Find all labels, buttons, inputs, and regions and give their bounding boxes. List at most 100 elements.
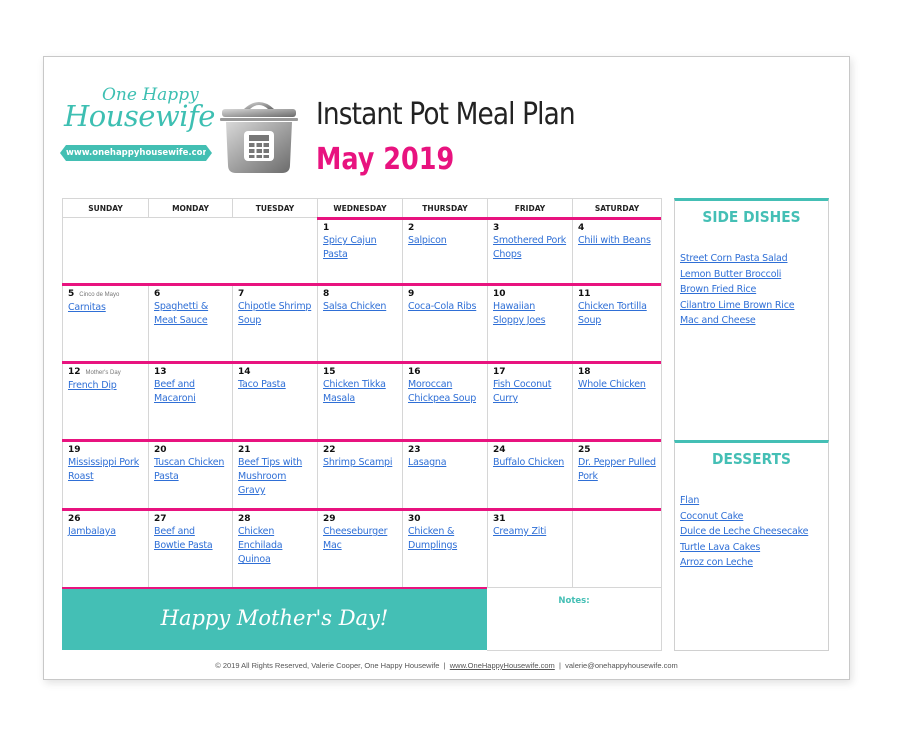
- day-cell-3: 3 Smothered Pork Chops: [487, 218, 573, 284]
- meal-link[interactable]: Spaghetti & Meat Sauce: [154, 300, 227, 328]
- day-number: 17: [493, 367, 567, 378]
- meal-link[interactable]: Chicken Tikka Masala: [323, 378, 397, 406]
- dessert-link[interactable]: Coconut Cake: [680, 509, 828, 525]
- meal-link[interactable]: Lasagna: [408, 456, 482, 470]
- side-dishes-panel: SIDE DISHES Street Corn Pasta Salad Lemon…: [674, 198, 829, 442]
- side-dish-link[interactable]: Lemon Butter Broccoli: [680, 267, 828, 283]
- meal-link[interactable]: Chicken Tortilla Soup: [578, 300, 656, 328]
- weekday-header-sunday: SUNDAY: [62, 198, 149, 218]
- day-number-text: 13: [154, 367, 167, 377]
- meal-link[interactable]: Smothered Pork Chops: [493, 234, 567, 262]
- meal-link[interactable]: Chicken Enchilada Quinoa: [238, 525, 312, 567]
- day-number: 24: [493, 445, 567, 456]
- meal-link[interactable]: Shrimp Scampi: [323, 456, 397, 470]
- day-number: 2: [408, 223, 482, 234]
- day-number: 27: [154, 514, 227, 525]
- day-number: 13: [154, 367, 227, 378]
- dessert-link[interactable]: Flan: [680, 493, 828, 509]
- meal-link[interactable]: Taco Pasta: [238, 378, 312, 392]
- notes-label: Notes:: [558, 596, 590, 606]
- day-number-text: 16: [408, 367, 421, 377]
- week-divider-line: [317, 217, 661, 220]
- website-link[interactable]: www.OneHappyHousewife.com: [450, 661, 555, 670]
- mothers-day-banner: Happy Mother's Day!: [62, 589, 487, 650]
- day-number-text: 6: [154, 289, 161, 299]
- meal-link[interactable]: Hawaiian Sloppy Joes: [493, 300, 567, 328]
- day-number: 25: [578, 445, 656, 456]
- day-number: 5 Cinco de Mayo: [68, 289, 143, 301]
- meal-link[interactable]: Chili with Beans: [578, 234, 656, 248]
- meal-link[interactable]: Mississippi Pork Roast: [68, 456, 143, 484]
- side-dish-link[interactable]: Street Corn Pasta Salad: [680, 251, 828, 267]
- day-cell-25: 25 Dr. Pepper Pulled Pork: [572, 440, 662, 509]
- one-happy-housewife-logo: One Happy Housewife www.onehappyhousewif…: [60, 85, 215, 177]
- day-number-text: 9: [408, 289, 415, 299]
- logo-url-ribbon: www.onehappyhousewife.com: [60, 145, 212, 161]
- day-cell-28: 28 Chicken Enchilada Quinoa: [232, 509, 318, 588]
- day-number-text: 15: [323, 367, 336, 377]
- weekday-header-saturday: SATURDAY: [572, 198, 662, 218]
- day-cell-12: 12 Mother's Day French Dip: [62, 362, 149, 440]
- day-cell-2: 2 Salpicon: [402, 218, 488, 284]
- weekday-header-friday: FRIDAY: [487, 198, 573, 218]
- day-cell-11: 11 Chicken Tortilla Soup: [572, 284, 662, 362]
- day-cell-18: 18 Whole Chicken: [572, 362, 662, 440]
- meal-link[interactable]: Beef Tips with Mushroom Gravy: [238, 456, 312, 498]
- day-number-text: 11: [578, 289, 591, 299]
- dessert-link[interactable]: Arroz con Leche: [680, 555, 828, 571]
- day-number: 1: [323, 223, 397, 234]
- meal-link[interactable]: Cheeseburger Mac: [323, 525, 397, 553]
- dessert-link[interactable]: Turtle Lava Cakes: [680, 540, 828, 556]
- meal-link[interactable]: Buffalo Chicken: [493, 456, 567, 470]
- day-cell-22: 22 Shrimp Scampi: [317, 440, 403, 509]
- meal-link[interactable]: Beef and Bowtie Pasta: [154, 525, 227, 553]
- weekday-header-thursday: THURSDAY: [402, 198, 488, 218]
- meal-link[interactable]: Carnitas: [68, 301, 143, 315]
- day-number: 18: [578, 367, 656, 378]
- day-number-text: 29: [323, 514, 336, 524]
- meal-link[interactable]: Tuscan Chicken Pasta: [154, 456, 227, 484]
- meal-link[interactable]: Moroccan Chickpea Soup: [408, 378, 482, 406]
- copyright-text: © 2019 All Rights Reserved, Valerie Coop…: [215, 661, 440, 670]
- side-dish-link[interactable]: Brown Fried Rice: [680, 282, 828, 298]
- weekday-header-wednesday: WEDNESDAY: [317, 198, 403, 218]
- meal-link[interactable]: Whole Chicken: [578, 378, 656, 392]
- week-divider-line: [62, 508, 661, 511]
- day-number-text: 20: [154, 445, 167, 455]
- day-number-text: 5: [68, 289, 75, 299]
- notes-box[interactable]: Notes:: [487, 588, 662, 651]
- side-dish-link[interactable]: Cilantro Lime Brown Rice: [680, 298, 828, 314]
- meal-link[interactable]: Spicy Cajun Pasta: [323, 234, 397, 262]
- dessert-link[interactable]: Dulce de Leche Cheesecake: [680, 524, 828, 540]
- meal-link[interactable]: Beef and Macaroni: [154, 378, 227, 406]
- month-title: May 2019: [316, 142, 455, 177]
- day-cell-4: 4 Chili with Beans: [572, 218, 662, 284]
- day-cell-30: 30 Chicken & Dumplings: [402, 509, 488, 588]
- day-number-text: 4: [578, 223, 585, 233]
- meal-link[interactable]: Salpicon: [408, 234, 482, 248]
- footer-separator: |: [558, 661, 561, 670]
- day-number: 12 Mother's Day: [68, 367, 143, 379]
- meal-link[interactable]: Coca-Cola Ribs: [408, 300, 482, 314]
- day-cell-14: 14 Taco Pasta: [232, 362, 318, 440]
- day-number-text: 30: [408, 514, 421, 524]
- day-cell-9: 9 Coca-Cola Ribs: [402, 284, 488, 362]
- day-cell-8: 8 Salsa Chicken: [317, 284, 403, 362]
- meal-link[interactable]: French Dip: [68, 379, 143, 393]
- meal-link[interactable]: Chicken & Dumplings: [408, 525, 482, 553]
- day-cell-27: 27 Beef and Bowtie Pasta: [148, 509, 233, 588]
- weekday-header-monday: MONDAY: [148, 198, 233, 218]
- day-cell-10: 10 Hawaiian Sloppy Joes: [487, 284, 573, 362]
- meal-link[interactable]: Salsa Chicken: [323, 300, 397, 314]
- meal-link[interactable]: Creamy Ziti: [493, 525, 567, 539]
- meal-link[interactable]: Jambalaya: [68, 525, 143, 539]
- day-number-text: 12: [68, 367, 81, 377]
- meal-link[interactable]: Fish Coconut Curry: [493, 378, 567, 406]
- day-number: 16: [408, 367, 482, 378]
- page-title: Instant Pot Meal Plan: [316, 97, 576, 132]
- empty-day-cell: [572, 509, 662, 588]
- meal-link[interactable]: Chipotle Shrimp Soup: [238, 300, 312, 328]
- side-dish-link[interactable]: Mac and Cheese: [680, 313, 828, 329]
- meal-link[interactable]: Dr. Pepper Pulled Pork: [578, 456, 656, 484]
- day-number: 11: [578, 289, 656, 300]
